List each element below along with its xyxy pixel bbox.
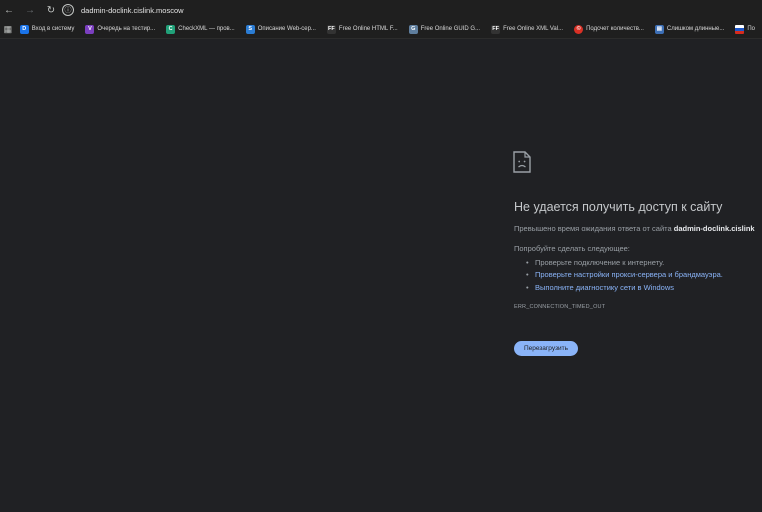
bookmark-favicon-icon: FF [491,24,501,34]
back-button[interactable]: ← [0,0,18,20]
suggestions-list: Проверьте подключение к интернету. Прове… [526,256,723,294]
flag-icon [735,24,745,34]
bookmark-favicon-icon: S [245,24,255,34]
bookmark-favicon-icon: V [85,24,95,34]
error-description: Превышено время ожидания ответа от сайта… [514,224,755,233]
reload-button[interactable]: Перезагрузить [514,341,578,356]
error-host: dadmin-doclink.cislink [673,224,755,233]
error-code: ERR_CONNECTION_TIMED_OUT [514,304,606,310]
bookmark-item[interactable]: V Очередь на тестир... [81,22,159,37]
bookmark-item[interactable]: По [731,22,759,37]
error-page: Не удается получить доступ к сайту Превы… [0,40,762,512]
bookmark-favicon-icon: C [166,24,176,34]
suggestion-check-connection: Проверьте подключение к интернету. [526,256,723,269]
bookmark-item[interactable]: G Free Online GUID G... [405,22,484,37]
bookmark-item[interactable]: C CheckXML — пров... [162,22,239,37]
bookmark-item[interactable]: D Вход в систему [16,22,79,37]
sad-page-icon [513,151,531,173]
bookmark-favicon-icon: G [408,24,418,34]
forward-button[interactable]: → [21,0,39,20]
bookmark-item[interactable]: © Подсчет количеств... [570,22,648,37]
site-info-icon[interactable]: ⓘ [62,4,74,16]
suggestion-run-diagnostics-link[interactable]: Выполните диагностику сети в Windows [526,281,723,294]
bookmark-favicon-icon: © [574,24,584,34]
bookmark-item[interactable]: ▤ Слишком длинные... [651,22,728,37]
bookmark-favicon-icon: FF [326,24,336,34]
bookmark-favicon-icon: ▤ [654,24,664,34]
suggestion-check-proxy-link[interactable]: Проверьте настройки прокси-сервера и бра… [526,269,723,282]
bookmark-item[interactable]: S Описание Web-сер... [242,22,320,37]
bookmark-favicon-icon: D [19,24,29,34]
error-title: Не удается получить доступ к сайту [514,200,723,214]
bookmark-item[interactable]: FF Free Online XML Val... [487,22,567,37]
reload-page-button[interactable]: ↻ [42,0,60,20]
apps-icon[interactable]: ▦ [0,24,16,35]
bookmark-item[interactable]: FF Free Online HTML F... [323,22,402,37]
browser-toolbar: ← → ↻ ⓘ dadmin-doclink.cislink.moscow [0,0,762,20]
address-bar[interactable]: ⓘ dadmin-doclink.cislink.moscow [60,2,750,18]
suggestions-heading: Попробуйте сделать следующее: [514,244,630,253]
url-text[interactable]: dadmin-doclink.cislink.moscow [81,6,184,15]
bookmarks-bar: ▦ D Вход в систему V Очередь на тестир... … [0,20,762,39]
